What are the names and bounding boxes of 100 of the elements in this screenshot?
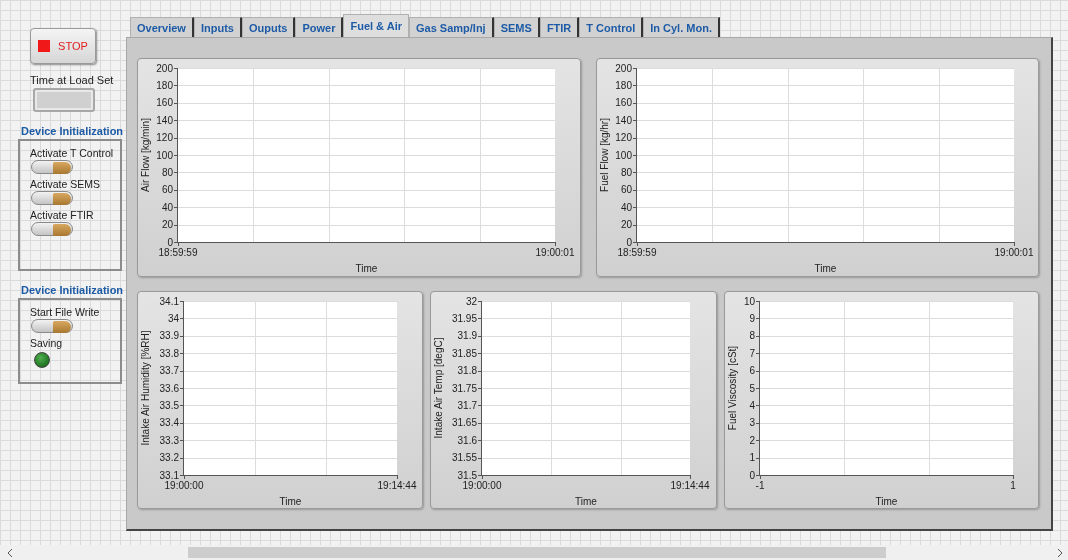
tick-label: 140 [156, 114, 173, 126]
tick-label: 19:00:01 [535, 247, 575, 258]
tick-label: 10 [743, 295, 755, 306]
stop-icon [38, 40, 51, 52]
tab[interactable]: Fuel & Air [343, 14, 409, 37]
tick-label: 9 [749, 312, 755, 324]
tick-label: 160 [614, 97, 632, 109]
tab[interactable]: FTIR [539, 17, 580, 37]
tick-label: 6 [749, 364, 755, 376]
indicator-label: Time at Load Set [30, 74, 115, 86]
tab[interactable]: T Control [579, 17, 644, 37]
tick-label: 34 [167, 312, 179, 324]
tick-label: 31.8 [457, 364, 478, 376]
axis-title: Air Flow [kg/min] [140, 118, 151, 192]
tick-label: 20 [161, 219, 173, 231]
tab[interactable]: Gas Samp/Inj [409, 17, 494, 37]
tick-label: 18:59:59 [158, 247, 198, 258]
switch-label: Activate FTIR [30, 209, 95, 221]
scroll-left-icon[interactable] [7, 548, 13, 557]
tick-label: 180 [156, 79, 173, 91]
tab[interactable]: SEMS [493, 17, 540, 37]
axis-title: Intake Air Temp [degC] [433, 337, 445, 438]
tick-label: 33.6 [159, 382, 179, 393]
tick-label: 31.85 [452, 347, 478, 359]
toggle-switch[interactable] [31, 191, 73, 205]
tick-label: 19:00:00 [462, 479, 502, 491]
toggle-switch[interactable] [31, 319, 73, 333]
tick-label: 33.1 [159, 469, 179, 480]
tick-label: 200 [156, 62, 173, 74]
tick-label: 0 [625, 236, 632, 248]
tick-label: 5 [749, 382, 755, 393]
tick-label: 19:14:44 [377, 479, 417, 491]
tick-label: 33.7 [159, 364, 179, 376]
scroll-right-icon[interactable] [1057, 548, 1063, 557]
tick-label: 18:59:59 [617, 247, 656, 258]
switch-label: Activate T Control [30, 147, 115, 159]
tick-label: 33.4 [159, 416, 179, 428]
tick-label: 1 [749, 451, 755, 463]
switch-label: Start File Write [30, 306, 101, 318]
scrollbar-thumb[interactable] [188, 547, 886, 558]
axis-title: Time [875, 495, 898, 507]
tick-label: 120 [614, 132, 632, 144]
group-title: Device Initialization [21, 284, 125, 296]
axis-title: Fuel Viscosity [cSt] [726, 345, 738, 430]
tick-label: 7 [749, 347, 755, 359]
tick-label: 2 [749, 434, 755, 446]
tick-label: 33.5 [159, 399, 179, 411]
tick-label: 4 [749, 399, 755, 411]
tick-label: 31.75 [452, 382, 478, 393]
tick-label: 100 [156, 149, 173, 161]
tick-label: 100 [614, 149, 632, 161]
tick-label: 1 [1010, 479, 1016, 491]
tick-label: 140 [614, 114, 632, 126]
axis-title: Fuel Flow [kg/hr] [598, 118, 610, 192]
axis-title: Time [814, 263, 836, 274]
switch-label: Activate SEMS [30, 178, 102, 190]
tick-label: 31.6 [457, 434, 478, 446]
axis-title: Time [355, 263, 378, 274]
tick-label: 80 [620, 166, 632, 178]
tick-label: 33.8 [159, 347, 179, 359]
toggle-switch[interactable] [31, 160, 73, 174]
led-label: Saving [30, 337, 64, 349]
tab[interactable]: Inputs [193, 17, 242, 37]
toggle-switch[interactable] [31, 222, 73, 236]
time-indicator [33, 88, 95, 112]
tick-label: 60 [620, 184, 632, 196]
tick-label: 32 [466, 295, 478, 306]
tick-label: 31.65 [452, 416, 478, 428]
tick-label: 160 [156, 97, 173, 109]
tab[interactable]: In Cyl. Mon. [643, 17, 720, 37]
axis-title: Time [279, 495, 302, 507]
tick-label: 19:00:01 [994, 247, 1033, 258]
tick-label: 31.95 [452, 312, 478, 324]
tick-label: 8 [749, 329, 755, 341]
group-title: Device Initialization [21, 125, 125, 137]
tick-label: 120 [156, 132, 173, 144]
stop-button[interactable]: STOP [30, 28, 96, 64]
tick-label: -1 [755, 479, 765, 491]
tick-label: 40 [161, 201, 173, 213]
tab[interactable]: Ouputs [241, 17, 296, 37]
axis-title: Time [575, 495, 598, 507]
tick-label: 20 [620, 219, 632, 231]
tick-label: 31.9 [457, 329, 478, 341]
tick-label: 60 [161, 184, 173, 196]
tick-label: 34.1 [159, 295, 179, 306]
tick-label: 3 [749, 416, 755, 428]
tick-label: 19:00:00 [164, 479, 204, 491]
tick-label: 33.3 [159, 434, 179, 446]
tick-label: 31.7 [457, 399, 478, 411]
tab[interactable]: Overview [130, 17, 194, 37]
tick-label: 200 [614, 62, 632, 74]
tick-label: 31.55 [452, 451, 478, 463]
tick-label: 180 [614, 79, 632, 91]
tick-label: 80 [161, 166, 173, 178]
tick-label: 31.5 [457, 469, 478, 480]
axis-title: Intake Air Humidity [%RH] [140, 330, 151, 445]
tick-label: 33.9 [159, 329, 179, 341]
tick-label: 19:14:44 [670, 479, 710, 491]
tick-label: 33.2 [159, 451, 179, 463]
tab[interactable]: Power [295, 17, 344, 37]
